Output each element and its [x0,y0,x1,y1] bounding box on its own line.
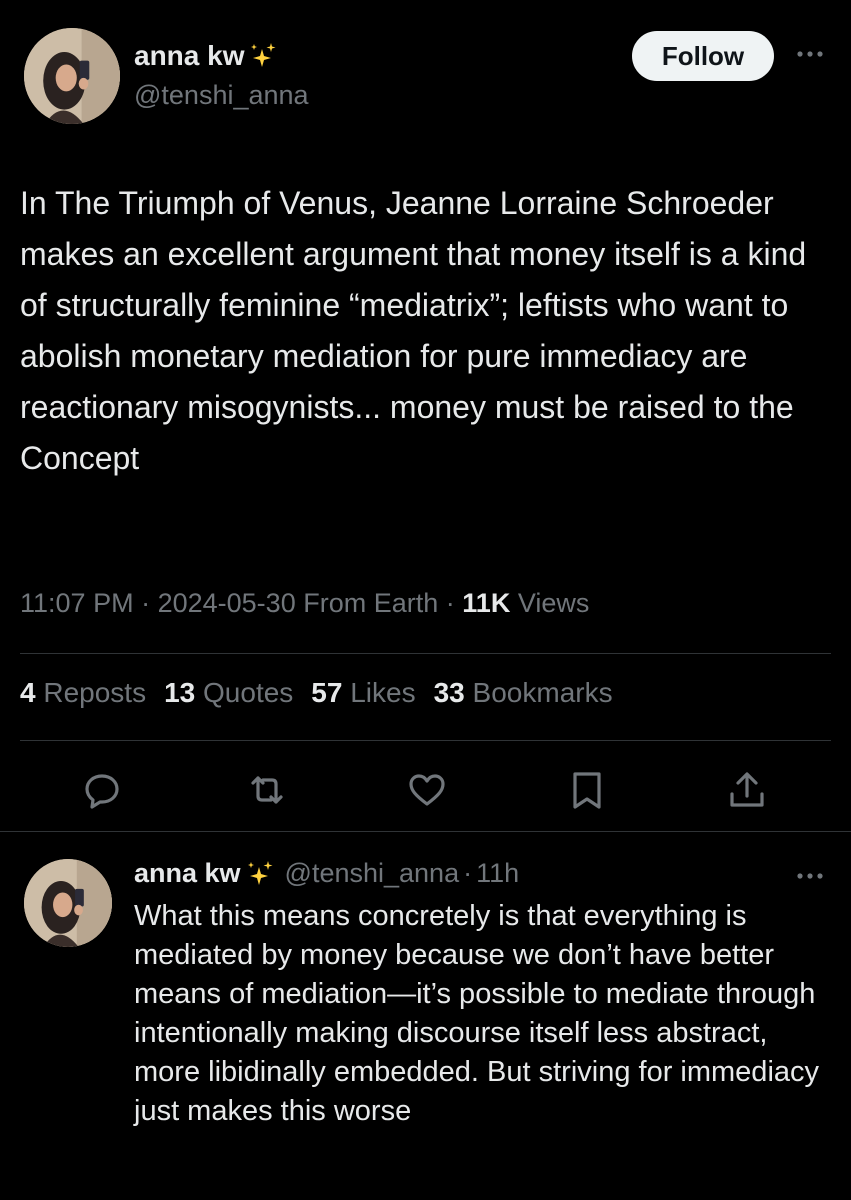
stat-likes-label: Likes [350,677,416,708]
repost-icon[interactable] [245,768,289,812]
stat-reposts[interactable]: 4 Reposts [20,677,146,709]
avatar-photo [24,28,120,124]
reply-author-handle[interactable]: @tenshi_anna [285,858,460,889]
stat-likes[interactable]: 57 Likes [311,677,415,709]
reply-author-avatar[interactable] [24,859,112,947]
more-options-icon[interactable] [792,866,828,886]
author-name[interactable]: anna kw [134,40,278,72]
reply-icon[interactable] [80,768,124,812]
stat-reposts-count: 4 [20,677,36,708]
stat-reposts-label: Reposts [43,677,147,708]
stat-likes-count: 57 [311,677,343,708]
engagement-stats: 4 Reposts 13 Quotes 57 Likes 33 Bookmark… [20,677,613,709]
tweet-date[interactable]: 2024-05-30 [158,588,296,618]
author-avatar[interactable] [24,28,120,124]
stat-quotes-label: Quotes [203,677,294,708]
tweet-time[interactable]: 11:07 PM [20,588,134,618]
stat-quotes[interactable]: 13 Quotes [164,677,293,709]
stat-quotes-count: 13 [164,677,196,708]
divider [0,831,851,832]
tweet-text: In The Triumph of Venus, Jeanne Lorraine… [20,185,807,476]
author-name-text: anna kw [134,40,245,71]
tweet-meta: 11:07 PM · 2024-05-30 From Earth · 11K V… [20,588,590,618]
views-label: Views [517,588,590,618]
reply-header: anna kw @tenshi_anna · 11h [134,858,520,889]
follow-button[interactable]: Follow [632,31,774,81]
more-options-icon[interactable] [792,44,828,64]
stat-bookmarks-count: 33 [433,677,465,708]
share-icon[interactable] [725,768,769,812]
sparkles-icon [248,41,278,71]
views-count: 11K [462,588,511,618]
reply-text: What this means concretely is that every… [134,900,820,1127]
reply-author-name[interactable]: anna kw [134,858,241,889]
bookmark-icon[interactable] [565,768,609,812]
author-handle[interactable]: @tenshi_anna [134,80,309,111]
stat-bookmarks[interactable]: 33 Bookmarks [434,677,613,709]
avatar-photo [24,859,112,947]
like-icon[interactable] [405,768,449,812]
stat-bookmarks-label: Bookmarks [472,677,613,708]
tweet-source: From Earth [303,588,439,618]
divider [20,653,831,654]
sparkles-icon [245,859,275,889]
divider [20,740,831,741]
reply-age[interactable]: 11h [476,858,519,889]
